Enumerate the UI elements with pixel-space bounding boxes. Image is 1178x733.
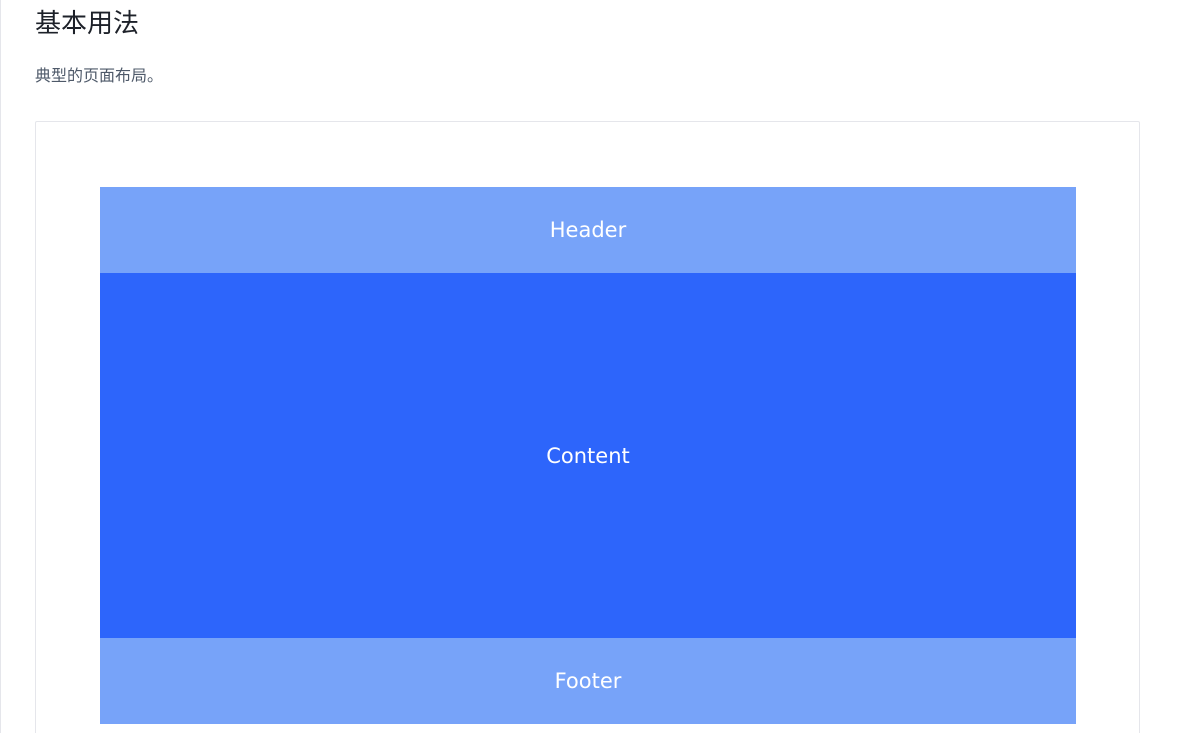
layout-footer: Footer (100, 638, 1076, 724)
layout-header-label: Header (549, 218, 627, 242)
layout-content: Content (100, 273, 1076, 638)
layout-demo: Header Content Footer (100, 187, 1076, 724)
section-description: 典型的页面布局。 (35, 66, 164, 85)
left-divider (0, 0, 1, 733)
page: 基本用法 典型的页面布局。 Header Content Footer (0, 0, 1178, 733)
demo-card: Header Content Footer (35, 121, 1140, 733)
layout-content-label: Content (546, 443, 630, 468)
layout-footer-label: Footer (554, 669, 622, 693)
layout-header: Header (100, 187, 1076, 273)
section-title: 基本用法 (35, 9, 140, 39)
